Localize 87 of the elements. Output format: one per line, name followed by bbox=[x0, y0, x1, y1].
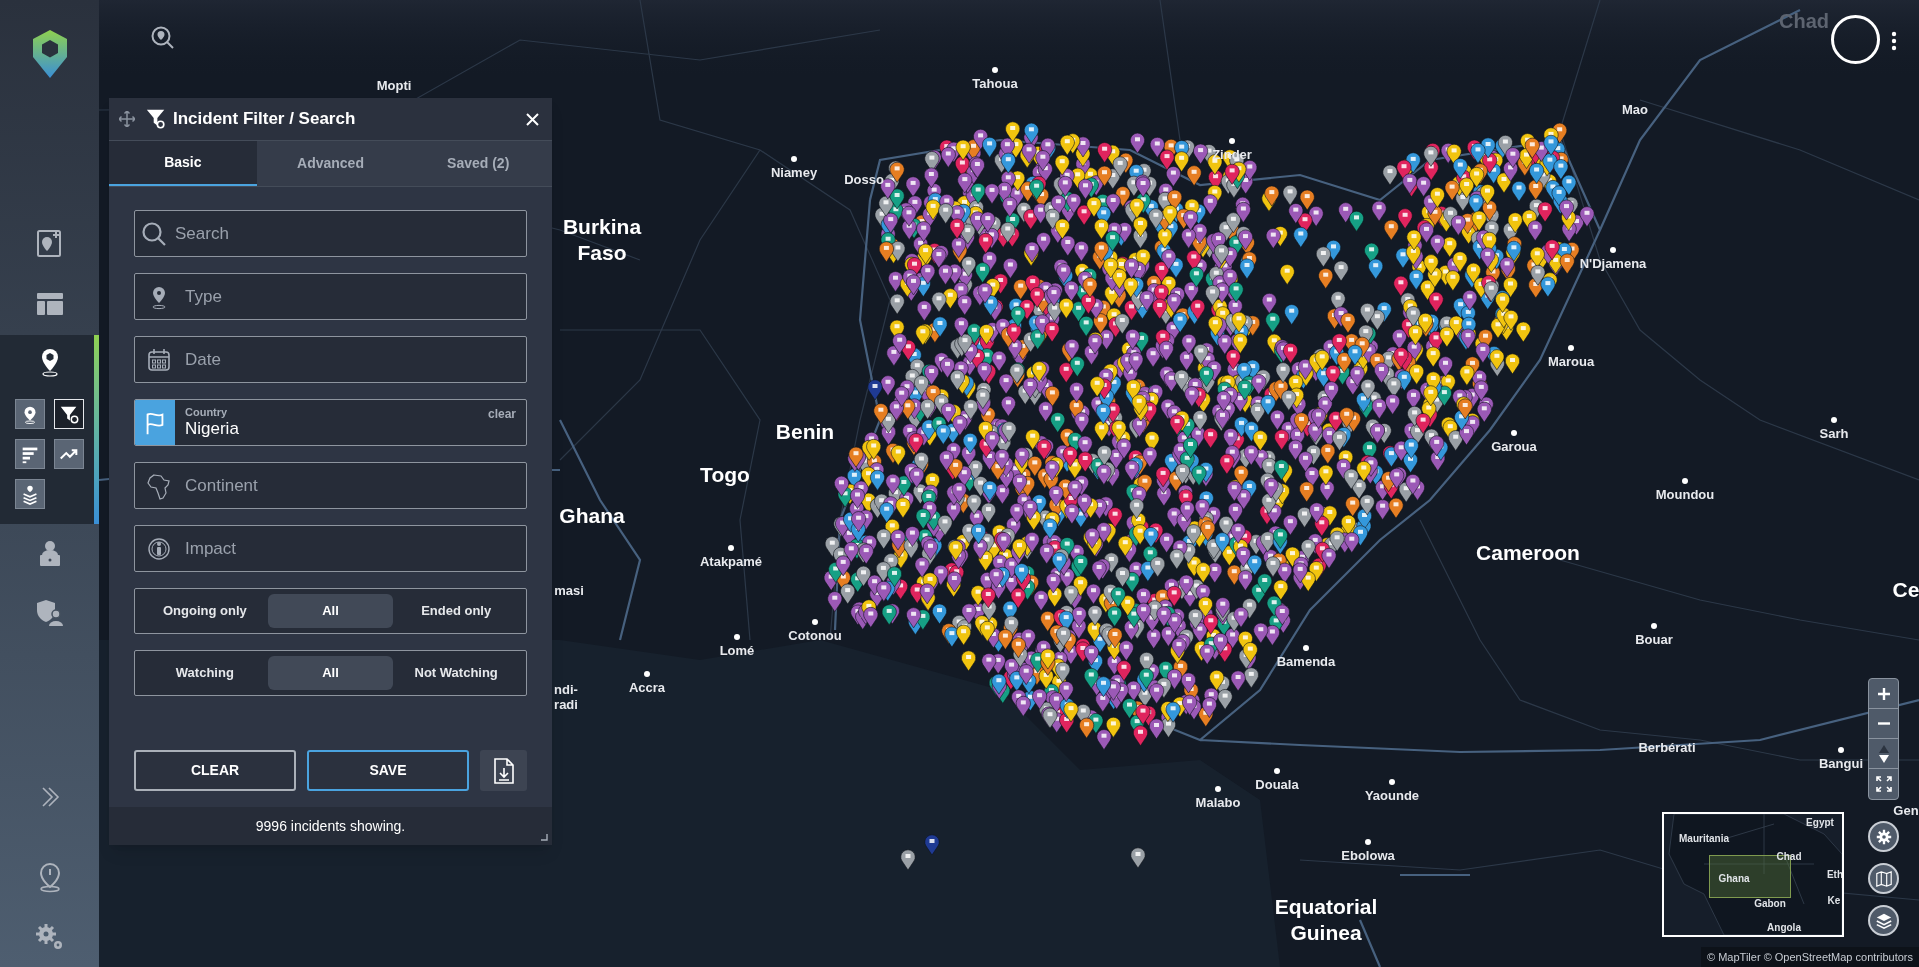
minimap-label: Ghana bbox=[1718, 871, 1750, 886]
tab[interactable]: Saved (2) bbox=[404, 141, 552, 186]
place-label: Dosso bbox=[844, 171, 884, 190]
country-label: Cameroon bbox=[1476, 540, 1580, 566]
location-search-icon[interactable] bbox=[150, 25, 176, 51]
place-label: Malabo bbox=[1195, 794, 1241, 813]
place-label: Mopti bbox=[376, 77, 412, 96]
place-label: Garoua bbox=[1491, 438, 1537, 457]
minimap-label: Gabon bbox=[1754, 896, 1786, 911]
layers-icon bbox=[1874, 911, 1893, 930]
layers-button[interactable] bbox=[1868, 905, 1899, 936]
place-label: Chad bbox=[1779, 9, 1829, 34]
minimap-label: Mauritania bbox=[1679, 831, 1729, 846]
africa-map-icon bbox=[145, 471, 173, 500]
place-label: Bangui bbox=[1818, 755, 1864, 774]
tab[interactable]: Advanced bbox=[256, 141, 405, 186]
expand-icon bbox=[1875, 776, 1892, 792]
logo-icon bbox=[32, 30, 67, 78]
clear-link[interactable]: clear bbox=[487, 405, 516, 423]
place-label: Tahoua bbox=[972, 75, 1018, 94]
minimap-label: Eth bbox=[1826, 867, 1842, 882]
place-label: Cotonou bbox=[788, 627, 842, 646]
segment-option[interactable]: Not Watching bbox=[393, 656, 519, 690]
minimap-label: Ke bbox=[1827, 893, 1841, 908]
close-icon bbox=[525, 112, 539, 126]
place-label: Ebolowa bbox=[1341, 847, 1395, 866]
profile-button[interactable] bbox=[1831, 15, 1880, 64]
minimap-label: Chad bbox=[1776, 849, 1802, 864]
minimap-label: Angola bbox=[1767, 920, 1801, 935]
overview-minimap[interactable]: Mauritania Egypt Chad Ghana Gabon Eth Ke Angola bbox=[1662, 812, 1844, 937]
country-label: Equatorial Guinea bbox=[1273, 894, 1379, 946]
filter-field[interactable]: Date bbox=[134, 336, 527, 383]
place-label: N'Djamena bbox=[1579, 255, 1647, 274]
file-download-icon bbox=[492, 757, 515, 784]
field-value: Nigeria bbox=[185, 419, 240, 439]
folded-map-icon bbox=[1874, 869, 1893, 888]
place-label: Bouar bbox=[1635, 631, 1673, 650]
filter-field[interactable]: Continent bbox=[134, 462, 527, 509]
place-label: Maroua bbox=[1547, 353, 1595, 372]
settings-button[interactable] bbox=[1868, 821, 1899, 852]
filter-field[interactable]: Impact bbox=[134, 525, 527, 572]
segment-option[interactable]: Ongoing only bbox=[142, 594, 268, 628]
place-label: masi bbox=[554, 582, 584, 601]
resize-handle-icon[interactable] bbox=[541, 834, 548, 841]
map-style-button[interactable] bbox=[1868, 863, 1899, 894]
export-button[interactable] bbox=[480, 750, 527, 791]
place-label: Douala bbox=[1255, 776, 1299, 795]
filter-settings-icon bbox=[145, 108, 167, 130]
clear-button[interactable]: CLEAR bbox=[134, 750, 296, 791]
segment-option[interactable]: All bbox=[267, 656, 394, 690]
country-label: Ghana bbox=[559, 503, 625, 529]
segment-option[interactable]: All bbox=[267, 594, 394, 628]
search-icon bbox=[140, 219, 168, 248]
settings-icon bbox=[1874, 827, 1893, 846]
tab[interactable]: Basic bbox=[109, 141, 257, 186]
place-label: Berbérati bbox=[1638, 739, 1696, 758]
place-label: Mao bbox=[1622, 101, 1648, 120]
place-label: Lomé bbox=[719, 642, 755, 661]
country-label: Ce bbox=[1892, 577, 1919, 603]
save-button[interactable]: SAVE bbox=[307, 750, 469, 791]
more-options-icon[interactable] bbox=[1890, 31, 1898, 51]
country-label: Benin bbox=[775, 419, 835, 445]
country-label: Burkina Faso bbox=[561, 214, 643, 266]
field-label: Country bbox=[185, 406, 229, 419]
place-label: Atakpamé bbox=[699, 553, 763, 572]
country-label: Togo bbox=[700, 462, 750, 488]
place-label: Gen bbox=[1893, 802, 1919, 821]
compass-icon bbox=[1878, 744, 1889, 763]
filter-field[interactable]: Search bbox=[134, 210, 527, 257]
filter-field[interactable]: Type bbox=[134, 273, 527, 320]
place-label: Bamenda bbox=[1276, 653, 1336, 672]
place-label: Moundou bbox=[1655, 486, 1715, 505]
move-handle-icon[interactable] bbox=[119, 111, 135, 127]
segment-option[interactable]: Watching bbox=[142, 656, 268, 690]
country-select[interactable]: Country Nigeria clear bbox=[134, 399, 527, 446]
place-label: Zinder bbox=[1212, 146, 1252, 165]
map-attribution: © MapTiler © OpenStreetMap contributors bbox=[1701, 947, 1919, 967]
place-label: Accra bbox=[628, 679, 666, 698]
segment-option[interactable]: Ended only bbox=[393, 594, 519, 628]
place-label: Yaounde bbox=[1364, 787, 1420, 806]
minimap-label: Egypt bbox=[1806, 815, 1834, 830]
panel-title: Incident Filter / Search bbox=[173, 108, 356, 131]
place-label: Sarh bbox=[1819, 425, 1849, 444]
plus-icon bbox=[1877, 687, 1890, 700]
place-label: Niamey bbox=[770, 164, 818, 183]
minus-icon bbox=[1877, 722, 1890, 725]
incident-count: 9996 incidents showing. bbox=[255, 816, 406, 836]
